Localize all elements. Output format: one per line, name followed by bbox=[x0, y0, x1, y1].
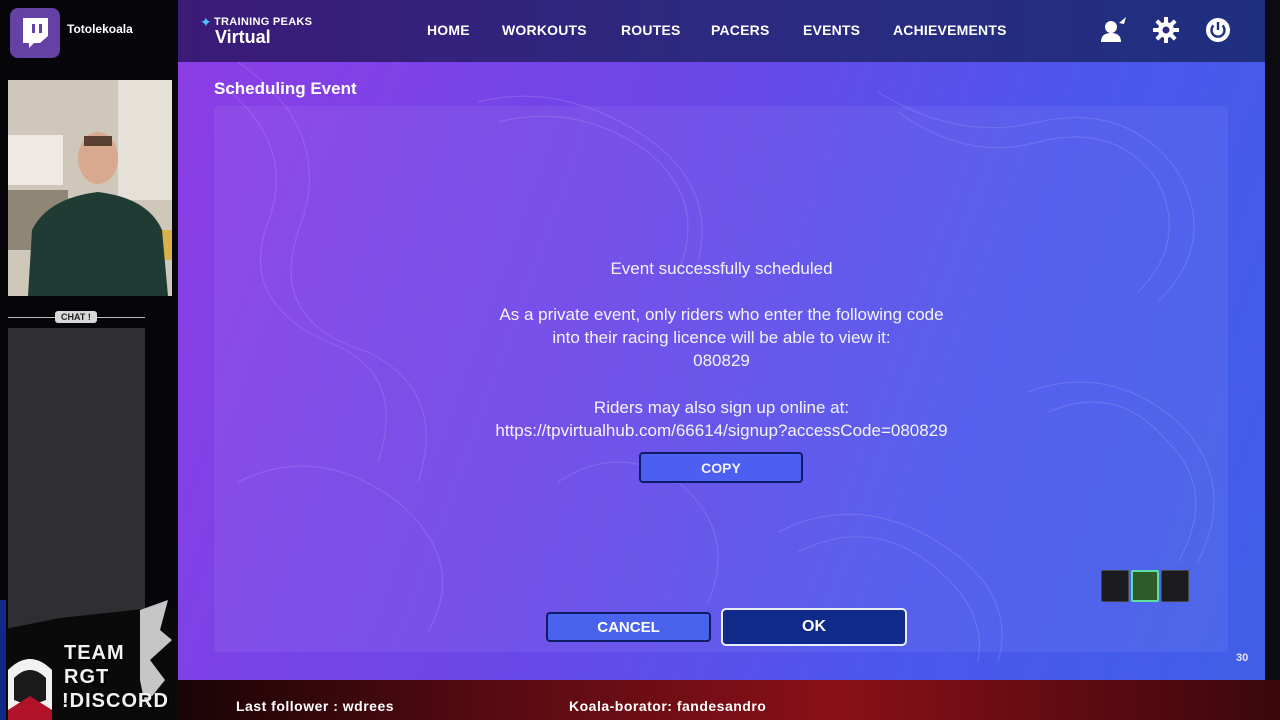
nav-pacers[interactable]: PACERS bbox=[711, 22, 770, 38]
signup-url: https://tpvirtualhub.com/66614/signup?ac… bbox=[495, 421, 948, 440]
game-window: ✦ TRAINING PEAKS Virtual HOME WORKOUTS R… bbox=[178, 0, 1265, 680]
signup-line: Riders may also sign up online at: bbox=[593, 398, 850, 417]
right-frame-strip bbox=[1265, 0, 1280, 680]
team-line-3: !DISCORD bbox=[62, 690, 169, 712]
stream-overlay-sidebar: Totolekoala CHAT ! TEAM RGT !DISCORD bbox=[0, 0, 178, 720]
profile-icon[interactable] bbox=[1100, 16, 1128, 44]
nav-events[interactable]: EVENTS bbox=[803, 22, 860, 38]
nav-home[interactable]: HOME bbox=[427, 22, 470, 38]
copy-button[interactable]: COPY bbox=[639, 452, 803, 483]
achievement-badges bbox=[1101, 570, 1189, 602]
stream-ticker: Last follower : wdrees Koala-borator: fa… bbox=[178, 680, 1280, 720]
top-navigation-bar: ✦ TRAINING PEAKS Virtual HOME WORKOUTS R… bbox=[178, 0, 1265, 62]
access-code: 080829 bbox=[693, 351, 750, 370]
nav-routes[interactable]: ROUTES bbox=[621, 22, 681, 38]
private-event-line-2: into their racing licence will be able t… bbox=[552, 328, 891, 347]
power-icon[interactable] bbox=[1204, 16, 1232, 44]
last-follower-text: Last follower : wdrees bbox=[236, 698, 395, 714]
twitch-logo-icon bbox=[10, 8, 60, 58]
team-rgt-banner: TEAM RGT !DISCORD bbox=[0, 600, 178, 720]
brand-name-bottom: Virtual bbox=[215, 27, 271, 47]
cancel-button[interactable]: CANCEL bbox=[546, 612, 711, 642]
page-title: Scheduling Event bbox=[214, 79, 357, 98]
webcam-feed bbox=[8, 80, 172, 296]
success-message: Event successfully scheduled bbox=[610, 259, 833, 278]
nav-workouts[interactable]: WORKOUTS bbox=[502, 22, 587, 38]
team-line-1: TEAM bbox=[64, 642, 125, 664]
badge-icon bbox=[1161, 570, 1189, 602]
team-line-2: RGT bbox=[64, 666, 110, 688]
collaborator-text: Koala-borator: fandesandro bbox=[569, 698, 767, 714]
chat-label: CHAT ! bbox=[55, 311, 97, 323]
badge-icon bbox=[1131, 570, 1159, 602]
gear-icon[interactable] bbox=[1152, 16, 1180, 44]
page-number: 30 bbox=[1236, 652, 1249, 664]
streamer-name: Totolekoala bbox=[67, 22, 133, 36]
badge-icon bbox=[1101, 570, 1129, 602]
chat-box bbox=[8, 328, 145, 636]
ok-button[interactable]: OK bbox=[721, 608, 907, 646]
private-event-line-1: As a private event, only riders who ente… bbox=[499, 305, 944, 324]
dialog-panel bbox=[214, 106, 1228, 652]
training-peaks-logo-icon: ✦ bbox=[200, 14, 212, 30]
nav-achievements[interactable]: ACHIEVEMENTS bbox=[893, 22, 1007, 38]
